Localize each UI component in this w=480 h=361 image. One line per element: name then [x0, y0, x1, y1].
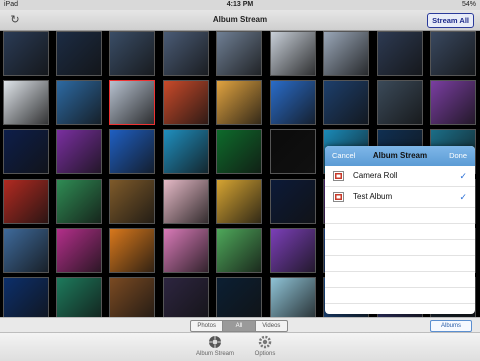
photo-thumbnail[interactable] — [109, 129, 155, 174]
photo-thumbnail[interactable] — [377, 80, 423, 125]
photo-thumbnail[interactable] — [270, 277, 316, 322]
photo-thumbnail[interactable] — [3, 80, 49, 125]
checkmark-icon: ✓ — [459, 192, 467, 202]
photo-thumbnail[interactable] — [3, 277, 49, 322]
photo-thumbnail[interactable] — [109, 179, 155, 224]
photo-thumbnail[interactable] — [109, 80, 155, 125]
photo-thumbnail[interactable] — [3, 129, 49, 174]
photo-thumbnail[interactable] — [163, 277, 209, 322]
tab-label: Options — [254, 351, 276, 357]
photo-thumbnail[interactable] — [323, 31, 369, 76]
photo-thumbnail[interactable] — [377, 31, 423, 76]
photo-thumbnail[interactable] — [56, 228, 102, 273]
photo-thumbnail[interactable] — [216, 277, 262, 322]
photo-thumbnail[interactable] — [109, 277, 155, 322]
status-time: 4:13 PM — [226, 1, 254, 8]
photo-thumbnail[interactable] — [163, 228, 209, 273]
photo-thumbnail[interactable] — [216, 129, 262, 174]
photo-thumbnail[interactable] — [109, 228, 155, 273]
checkmark-icon: ✓ — [459, 171, 467, 181]
filter-all[interactable]: All — [223, 321, 256, 331]
empty-row — [325, 256, 475, 272]
done-button[interactable]: Done — [449, 146, 467, 166]
album-row-test-album[interactable]: Test Album ✓ — [325, 187, 475, 208]
photo-thumbnail[interactable] — [270, 80, 316, 125]
album-label: Test Album — [353, 192, 393, 201]
album-stream-popover: Cancel Album Stream Done Camera Roll ✓ T… — [325, 146, 475, 314]
photo-thumbnail[interactable] — [270, 129, 316, 174]
empty-row — [325, 288, 475, 304]
photo-thumbnail[interactable] — [56, 277, 102, 322]
photo-thumbnail[interactable] — [270, 31, 316, 76]
album-row-camera-roll[interactable]: Camera Roll ✓ — [325, 166, 475, 187]
photo-thumbnail[interactable] — [56, 31, 102, 76]
photo-thumbnail[interactable] — [3, 179, 49, 224]
filter-photos[interactable]: Photos — [191, 321, 224, 331]
popover-header: Cancel Album Stream Done — [325, 146, 475, 166]
photo-thumbnail[interactable] — [216, 80, 262, 125]
status-bar: iPad 4:13 PM 54% — [0, 0, 480, 10]
album-label: Camera Roll — [353, 171, 398, 180]
stream-all-button[interactable]: Stream All — [427, 13, 474, 28]
photo-thumbnail[interactable] — [3, 31, 49, 76]
gear-icon — [258, 335, 272, 349]
nav-bar: ↻ Album Stream Stream All — [0, 10, 480, 31]
album-stream-icon — [209, 336, 221, 348]
photo-thumbnail[interactable] — [163, 129, 209, 174]
album-icon — [333, 171, 344, 181]
photo-thumbnail[interactable] — [270, 179, 316, 224]
photo-thumbnail[interactable] — [430, 31, 476, 76]
photo-thumbnail[interactable] — [56, 179, 102, 224]
battery-level: 54% — [461, 1, 476, 8]
photo-thumbnail[interactable] — [323, 80, 369, 125]
empty-row — [325, 208, 475, 224]
photo-thumbnail[interactable] — [216, 179, 262, 224]
photo-thumbnail[interactable] — [56, 80, 102, 125]
photo-thumbnail[interactable] — [56, 129, 102, 174]
photo-thumbnail[interactable] — [163, 31, 209, 76]
photo-thumbnail[interactable] — [163, 80, 209, 125]
empty-row — [325, 240, 475, 256]
photo-thumbnail[interactable] — [270, 228, 316, 273]
tab-bar: Album Stream Options — [0, 332, 480, 361]
photo-thumbnail[interactable] — [109, 31, 155, 76]
photo-thumbnail[interactable] — [430, 80, 476, 125]
empty-row — [325, 272, 475, 288]
filter-tray: Photos All Videos Albums — [0, 317, 480, 332]
tab-options[interactable]: Options — [235, 335, 295, 358]
photo-thumbnail[interactable] — [3, 228, 49, 273]
filter-videos[interactable]: Videos — [256, 321, 287, 331]
photo-thumbnail[interactable] — [216, 228, 262, 273]
albums-button[interactable]: Albums — [430, 320, 472, 332]
album-icon — [333, 192, 344, 202]
photo-thumbnail[interactable] — [216, 31, 262, 76]
empty-row — [325, 224, 475, 240]
media-filter-segmented-control[interactable]: Photos All Videos — [190, 320, 288, 332]
page-title: Album Stream — [212, 15, 268, 24]
photo-thumbnail[interactable] — [163, 179, 209, 224]
